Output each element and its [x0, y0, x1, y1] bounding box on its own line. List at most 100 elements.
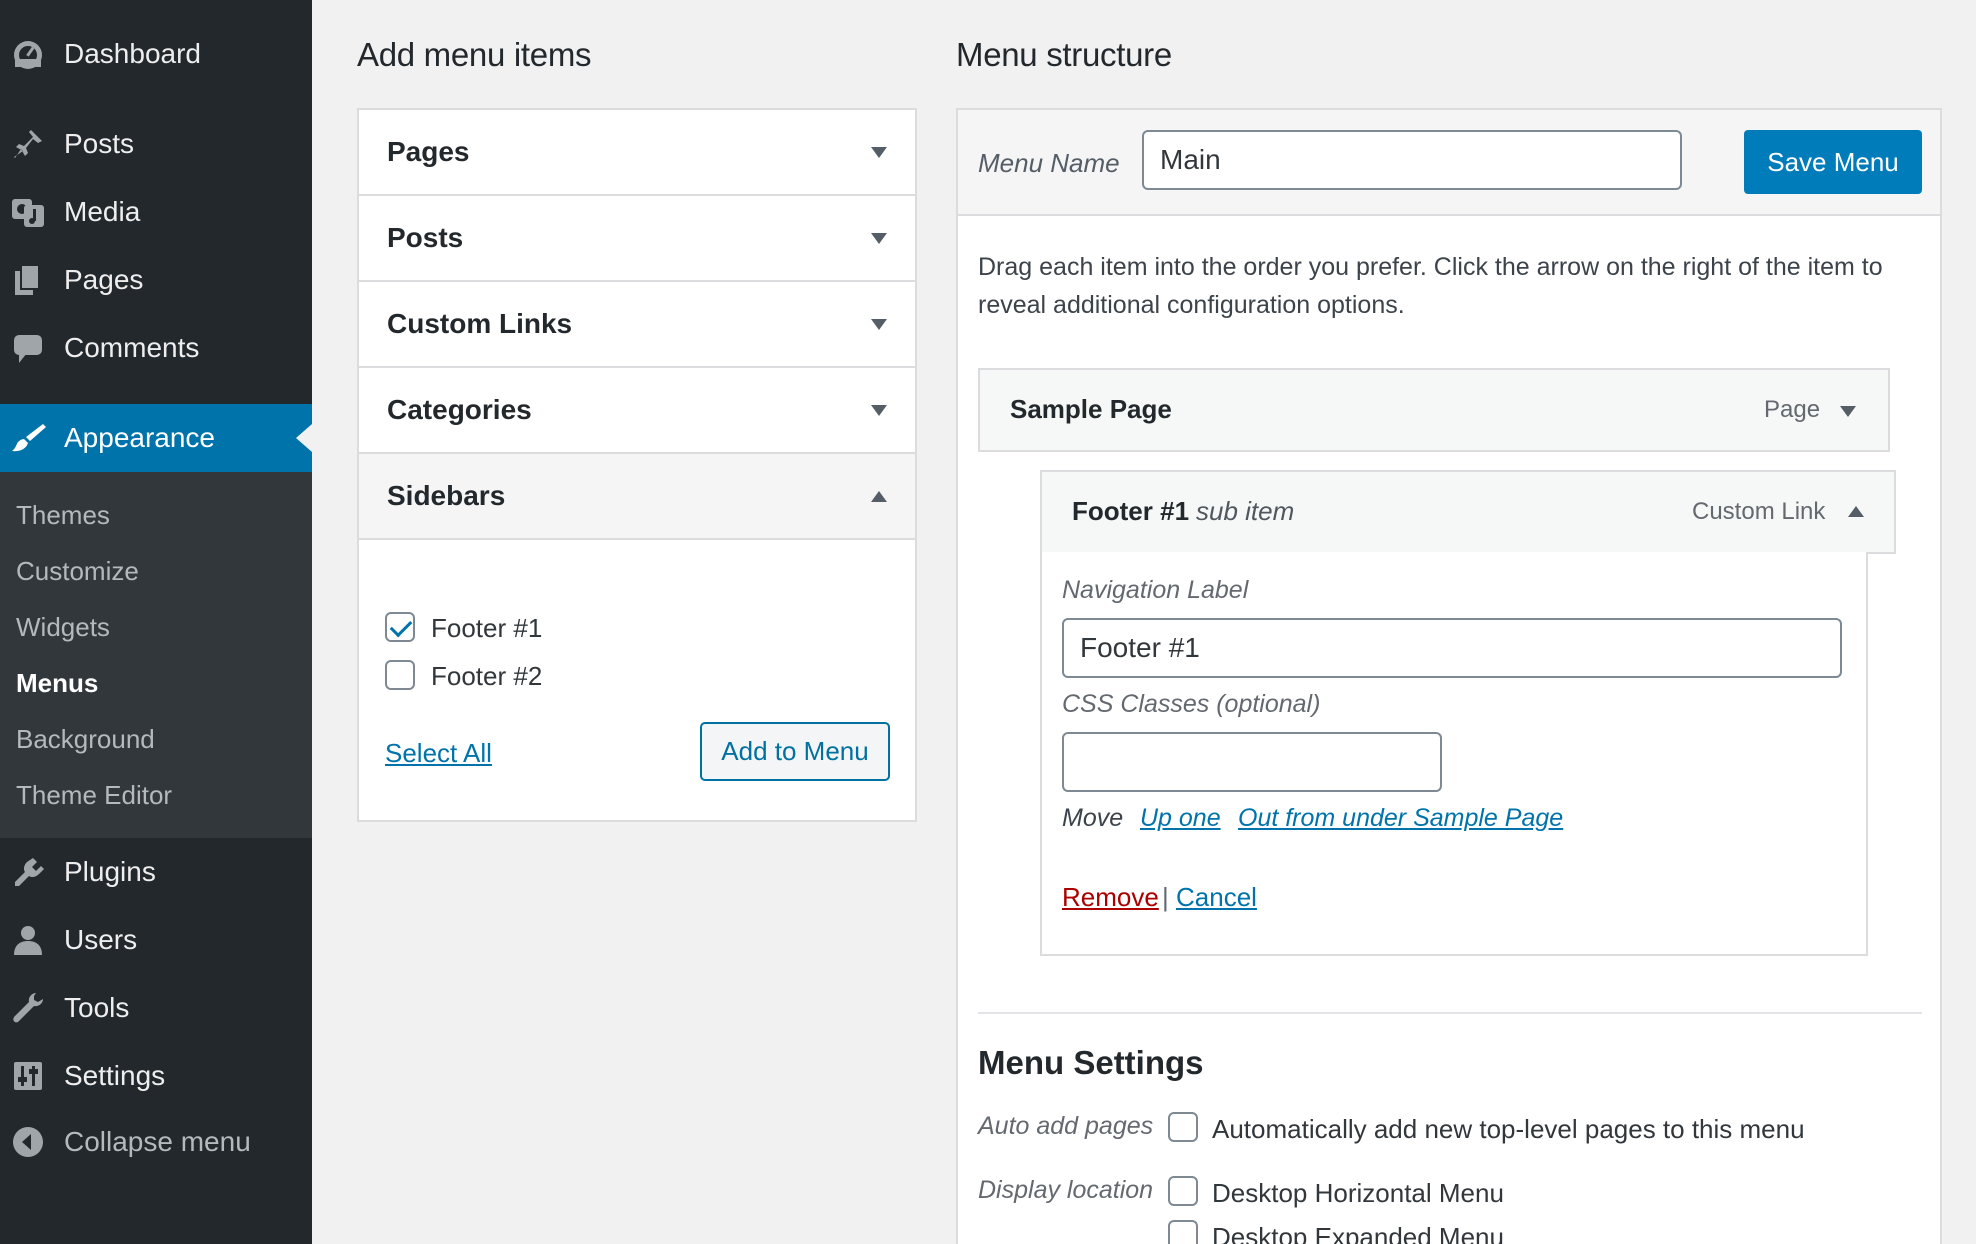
sidebar-item-appearance[interactable]: Appearance	[0, 404, 312, 472]
accordion-section-label: Pages	[387, 136, 470, 167]
sidebar-item-label: Plugins	[64, 856, 156, 887]
sidebar-item-tools[interactable]: Tools	[0, 974, 312, 1042]
location-label: Desktop Horizontal Menu	[1212, 1178, 1504, 1208]
menu-name-label: Menu Name	[978, 148, 1120, 178]
sidebar-item-label: Pages	[64, 264, 144, 295]
accordion-section-label: Categories	[387, 394, 532, 425]
sidebar-item-comments[interactable]: Comments	[0, 314, 312, 382]
checkbox-footer-2[interactable]	[385, 660, 415, 690]
sidebar-item-dashboard[interactable]: Dashboard	[0, 20, 312, 88]
submenu-item-theme-editor[interactable]: Theme Editor	[16, 780, 172, 811]
menu-item-sub-label: sub item	[1196, 496, 1295, 526]
auto-add-pages-label: Auto add pages	[978, 1112, 1154, 1140]
sidebar-item-label: Posts	[64, 128, 135, 159]
user-icon	[10, 922, 46, 958]
wrench-icon	[10, 990, 46, 1026]
add-menu-items-accordion: Pages Posts Custom Links Categories Side…	[357, 108, 917, 822]
submenu-item-customize[interactable]: Customize	[16, 556, 139, 587]
chevron-down-icon	[871, 318, 887, 330]
menu-structure-panel: Menu Name Main Save Menu Drag each item …	[956, 108, 1942, 1244]
submenu-item-menus[interactable]: Menus	[16, 668, 98, 699]
collapse-menu-label: Collapse menu	[64, 1126, 251, 1157]
menu-item-title: Sample Page	[1010, 394, 1172, 424]
sidebar-item-users[interactable]: Users	[0, 906, 312, 974]
accordion-section-label: Posts	[387, 222, 464, 253]
accordion-section-label: Custom Links	[387, 308, 573, 339]
media-icon	[10, 194, 46, 230]
sidebar-item-label: Appearance	[64, 422, 216, 453]
sidebar-item-label: Tools	[64, 992, 130, 1023]
submenu-item-widgets[interactable]: Widgets	[16, 612, 110, 643]
select-all-link[interactable]: Select All	[385, 738, 492, 769]
remove-link[interactable]: Remove	[1062, 882, 1159, 913]
navigation-label-input[interactable]: Footer #1	[1062, 618, 1842, 678]
plug-icon	[10, 854, 46, 890]
menu-item-sample-page[interactable]: Sample Page Page	[978, 368, 1890, 452]
css-classes-label: CSS Classes (optional)	[1062, 690, 1321, 718]
chevron-up-icon[interactable]	[1848, 506, 1864, 517]
move-label: Move	[1062, 804, 1124, 832]
move-up-one-link[interactable]: Up one	[1140, 804, 1221, 833]
add-to-menu-button[interactable]: Add to Menu	[700, 722, 890, 781]
checkbox-label: Footer #2	[431, 661, 543, 691]
sidebar-item-media[interactable]: Media	[0, 178, 312, 246]
sidebar-item-plugins[interactable]: Plugins	[0, 838, 312, 906]
collapse-menu-button[interactable]: Collapse menu	[0, 1108, 312, 1176]
accordion-section-posts[interactable]: Posts	[359, 196, 915, 282]
sidebar-item-posts[interactable]: Posts	[0, 110, 312, 178]
add-menu-items-title: Add menu items	[357, 36, 592, 73]
link-separator: |	[1162, 882, 1169, 912]
comment-icon	[10, 330, 46, 366]
menu-item-title: Footer #1	[1072, 496, 1190, 526]
menu-item-type: Page	[1764, 396, 1821, 423]
location-checkbox-horizontal[interactable]	[1168, 1176, 1198, 1206]
sliders-icon	[10, 1058, 46, 1094]
location-label: Desktop Expanded Menu	[1212, 1222, 1504, 1244]
menu-item-type: Custom Link	[1692, 498, 1826, 525]
chevron-up-icon	[871, 490, 887, 502]
menu-structure-title: Menu structure	[956, 36, 1172, 73]
collapse-icon	[10, 1124, 46, 1160]
menu-item-footer-1[interactable]: Footer #1 sub item Custom Link	[1040, 470, 1896, 554]
menu-settings-title: Menu Settings	[978, 1044, 1204, 1081]
menu-name-input[interactable]: Main	[1142, 130, 1682, 190]
accordion-section-label: Sidebars	[387, 480, 506, 511]
admin-sidebar: Dashboard Posts Media Pages Comments App…	[0, 0, 312, 1244]
sidebar-item-label: Settings	[64, 1060, 166, 1091]
auto-add-checkbox[interactable]	[1168, 1112, 1198, 1142]
location-checkbox-expanded[interactable]	[1168, 1220, 1198, 1244]
sidebar-item-label: Dashboard	[64, 38, 201, 69]
accordion-section-sidebars[interactable]: Sidebars	[359, 454, 915, 540]
display-location-label: Display location	[978, 1176, 1154, 1204]
chevron-down-icon[interactable]	[1840, 406, 1856, 417]
drag-instructions: Drag each item into the order you prefer…	[978, 253, 1883, 319]
checkbox-footer-1[interactable]	[385, 612, 415, 642]
auto-add-text: Automatically add new top-level pages to…	[1212, 1114, 1805, 1144]
submenu-item-background[interactable]: Background	[16, 724, 155, 755]
menu-item-settings: Navigation Label Footer #1 CSS Classes (…	[1040, 552, 1868, 956]
sidebar-item-pages[interactable]: Pages	[0, 246, 312, 314]
pin-icon	[10, 126, 46, 162]
chevron-down-icon	[871, 404, 887, 416]
divider	[978, 1012, 1922, 1014]
appearance-submenu: Themes Customize Widgets Menus Backgroun…	[0, 472, 312, 838]
pages-icon	[10, 262, 46, 298]
chevron-down-icon	[871, 146, 887, 158]
sidebar-item-label: Comments	[64, 332, 200, 363]
submenu-item-themes[interactable]: Themes	[16, 500, 110, 531]
chevron-down-icon	[871, 232, 887, 244]
sidebar-item-label: Users	[64, 924, 138, 955]
navigation-label-label: Navigation Label	[1062, 576, 1249, 604]
sidebar-item-label: Media	[64, 196, 141, 227]
sidebar-item-settings[interactable]: Settings	[0, 1042, 312, 1110]
accordion-section-pages[interactable]: Pages	[359, 110, 915, 196]
cancel-link[interactable]: Cancel	[1176, 882, 1257, 913]
accordion-section-custom-links[interactable]: Custom Links	[359, 282, 915, 368]
move-out-link[interactable]: Out from under Sample Page	[1238, 804, 1563, 833]
css-classes-input[interactable]	[1062, 732, 1442, 792]
save-menu-button[interactable]: Save Menu	[1744, 130, 1922, 194]
menu-name-header: Menu Name Main Save Menu	[958, 110, 1940, 216]
brush-icon	[10, 420, 46, 456]
accordion-section-categories[interactable]: Categories	[359, 368, 915, 454]
checkbox-label: Footer #1	[431, 613, 543, 643]
